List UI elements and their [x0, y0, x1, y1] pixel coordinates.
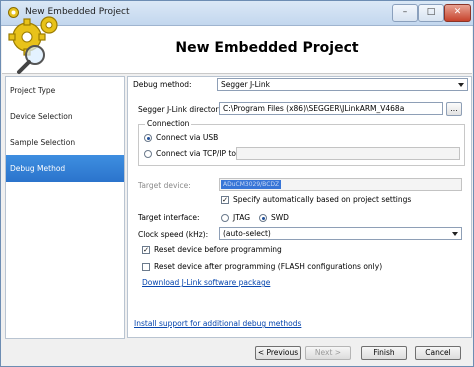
maximize-button[interactable]: □ — [418, 4, 444, 22]
connection-group: Connection Connect via USB Connect via T… — [138, 119, 465, 166]
chevron-down-icon — [452, 232, 458, 236]
browse-button[interactable]: ... — [446, 102, 462, 116]
jlink-directory-field[interactable]: C:\Program Files (x86)\SEGGER\JLinkARM_V… — [219, 102, 443, 115]
reset-after-checkbox[interactable] — [142, 263, 150, 271]
page-title: New Embedded Project — [175, 40, 359, 56]
auto-specify-label: Specify automatically based on project s… — [233, 195, 412, 204]
wizard-steps: Project Type Device Selection Sample Sel… — [5, 76, 125, 339]
jtag-label: JTAG — [233, 213, 251, 222]
tcp-address-field[interactable] — [236, 147, 460, 160]
sidebar-item-sample-selection[interactable]: Sample Selection — [6, 129, 124, 156]
debug-settings-panel: Debug method: Segger J-Link Segger J-Lin… — [127, 76, 472, 338]
wizard-window: New Embedded Project – □ ✕ New Embedded … — [0, 0, 474, 367]
clock-speed-select[interactable]: (auto-select) — [219, 227, 462, 240]
swd-radio[interactable] — [259, 214, 267, 222]
auto-specify-checkbox[interactable]: ✓ — [221, 196, 229, 204]
title-bar[interactable]: New Embedded Project – □ ✕ — [1, 1, 473, 26]
target-device-value: ADuCM3029/BCDZ — [221, 180, 282, 189]
target-device-label: Target device: — [138, 181, 191, 190]
finish-button[interactable]: Finish — [361, 346, 407, 360]
swd-label: SWD — [271, 213, 289, 222]
next-button[interactable]: Next > — [305, 346, 351, 360]
tcp-radio[interactable] — [144, 150, 152, 158]
previous-button[interactable]: < Previous — [255, 346, 301, 360]
chevron-down-icon — [458, 83, 464, 87]
target-interface-label: Target interface: — [138, 213, 200, 222]
clock-speed-value: (auto-select) — [223, 229, 271, 238]
target-device-field[interactable]: ADuCM3029/BCDZ — [219, 178, 462, 191]
usb-label: Connect via USB — [156, 133, 219, 142]
wizard-header: New Embedded Project — [2, 16, 472, 74]
debug-method-label: Debug method: — [133, 80, 192, 89]
debug-method-select[interactable]: Segger J-Link — [217, 78, 468, 91]
reset-after-label: Reset device after programming (FLASH co… — [154, 262, 383, 271]
clock-speed-label: Clock speed (kHz): — [138, 230, 209, 239]
download-jlink-link[interactable]: Download J-Link software package — [142, 278, 270, 287]
close-button[interactable]: ✕ — [444, 4, 471, 22]
sidebar-item-project-type[interactable]: Project Type — [6, 77, 124, 104]
sidebar-item-device-selection[interactable]: Device Selection — [6, 103, 124, 130]
minimize-button[interactable]: – — [392, 4, 418, 22]
jtag-radio[interactable] — [221, 214, 229, 222]
reset-before-label: Reset device before programming — [154, 245, 282, 254]
reset-before-checkbox[interactable]: ✓ — [142, 246, 150, 254]
jlink-directory-label: Segger J-Link directory: — [138, 105, 225, 114]
jlink-directory-value: C:\Program Files (x86)\SEGGER\JLinkARM_V… — [223, 104, 405, 113]
usb-radio[interactable] — [144, 134, 152, 142]
sidebar-item-debug-method[interactable]: Debug Method — [6, 155, 124, 182]
tcp-label: Connect via TCP/IP to: — [156, 149, 239, 158]
debug-method-value: Segger J-Link — [221, 80, 270, 89]
cancel-button[interactable]: Cancel — [415, 346, 461, 360]
connection-group-title: Connection — [145, 119, 192, 128]
install-support-link[interactable]: Install support for additional debug met… — [134, 319, 301, 328]
